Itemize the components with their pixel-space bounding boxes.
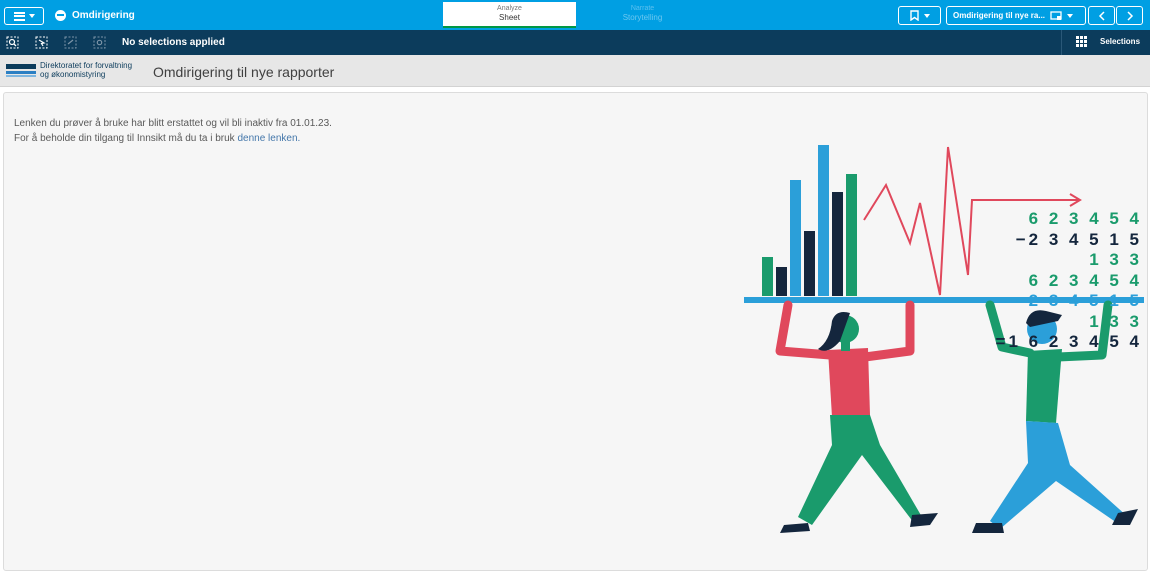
logo-line-2: og økonomistyring	[40, 70, 106, 79]
number-row: 1 3 3	[1089, 311, 1142, 331]
chevron-left-icon	[1098, 10, 1105, 21]
top-bar: Omdirigering Analyze Sheet Narrate Story…	[0, 0, 1150, 30]
message-line-2: For å beholde din tilgang til Innsikt må…	[14, 133, 235, 144]
tab-narrate-label: Narrate	[630, 5, 655, 12]
sheet-selector-label: Omdirigering til nye ra...	[953, 11, 1045, 20]
person-left	[775, 300, 938, 533]
previous-sheet-button[interactable]	[1088, 6, 1115, 25]
illustration: 6 2 3 4 5 4 −2 3 4 5 1 5 1 3 3 6 2 3 4 5…	[740, 145, 1150, 572]
app-chat-icon	[55, 10, 66, 21]
selection-bar: No selections applied Selections	[0, 30, 1150, 55]
dfo-logo: Direktoratet for forvaltning og økonomis…	[6, 60, 146, 82]
sheet-title: Omdirigering til nye rapporter	[153, 64, 335, 80]
step-back-icon[interactable]	[64, 36, 77, 49]
logo-line-1: Direktoratet for forvaltning	[40, 61, 133, 70]
sheet-selector[interactable]: Omdirigering til nye ra...	[946, 6, 1086, 25]
sheet-display-icon	[1050, 10, 1062, 20]
next-sheet-button[interactable]	[1116, 6, 1143, 25]
tab-analyze-sheet[interactable]: Analyze Sheet	[443, 2, 576, 28]
message-line-1: Lenken du prøver å bruke har blitt ersta…	[14, 118, 332, 129]
bookmark-button[interactable]	[898, 6, 941, 25]
bookmark-icon	[909, 10, 919, 21]
selections-grid-icon	[1076, 36, 1088, 47]
new-link[interactable]: denne lenken.	[237, 133, 300, 144]
number-row: −2 3 4 5 1 5	[1015, 291, 1142, 310]
smart-search-icon[interactable]	[6, 36, 19, 49]
tab-narrate-storytelling[interactable]: Narrate Storytelling	[576, 2, 709, 28]
caret-down-icon	[1067, 13, 1073, 18]
math-numbers: 6 2 3 4 5 4 −2 3 4 5 1 5 1 3 3 6 2 3 4 5…	[996, 209, 1142, 353]
number-row: =1 6 2 3 4 5 4	[995, 332, 1142, 351]
number-row: 1 3 3	[1089, 250, 1142, 269]
bar	[846, 174, 857, 296]
bar	[832, 192, 843, 296]
hamburger-icon	[13, 11, 25, 21]
caret-down-icon	[923, 13, 930, 18]
tab-sheet-label: Sheet	[499, 13, 520, 22]
bar	[762, 257, 773, 296]
number-row: 6 2 3 4 5 4	[1028, 270, 1142, 290]
selections-button[interactable]: Selections	[1076, 36, 1140, 47]
clear-selections-icon[interactable]	[93, 36, 106, 49]
bar	[776, 267, 787, 296]
tab-storytelling-label: Storytelling	[622, 13, 663, 22]
global-menu-button[interactable]	[4, 7, 44, 25]
number-row: 6 2 3 4 5 4	[1028, 209, 1142, 228]
chevron-right-icon	[1126, 10, 1133, 21]
selections-label: Selections	[1100, 37, 1141, 46]
tab-analyze-label: Analyze	[497, 5, 522, 12]
number-row: −2 3 4 5 1 5	[1015, 229, 1142, 249]
app-title: Omdirigering	[72, 10, 135, 21]
logo-text: Direktoratet for forvaltning og økonomis…	[40, 61, 132, 79]
selection-status: No selections applied	[122, 37, 225, 48]
redirect-message: Lenken du prøver å bruke har blitt ersta…	[14, 116, 332, 146]
logo-mark	[6, 64, 36, 78]
bar	[818, 145, 829, 296]
sheet-header: Direktoratet for forvaltning og økonomis…	[0, 55, 1150, 87]
bar	[790, 180, 801, 296]
divider	[1061, 30, 1062, 55]
content-panel: Lenken du prøver å bruke har blitt ersta…	[3, 92, 1148, 571]
bar	[804, 231, 815, 296]
selections-tool-icon[interactable]	[35, 36, 48, 49]
caret-down-icon	[28, 14, 35, 18]
